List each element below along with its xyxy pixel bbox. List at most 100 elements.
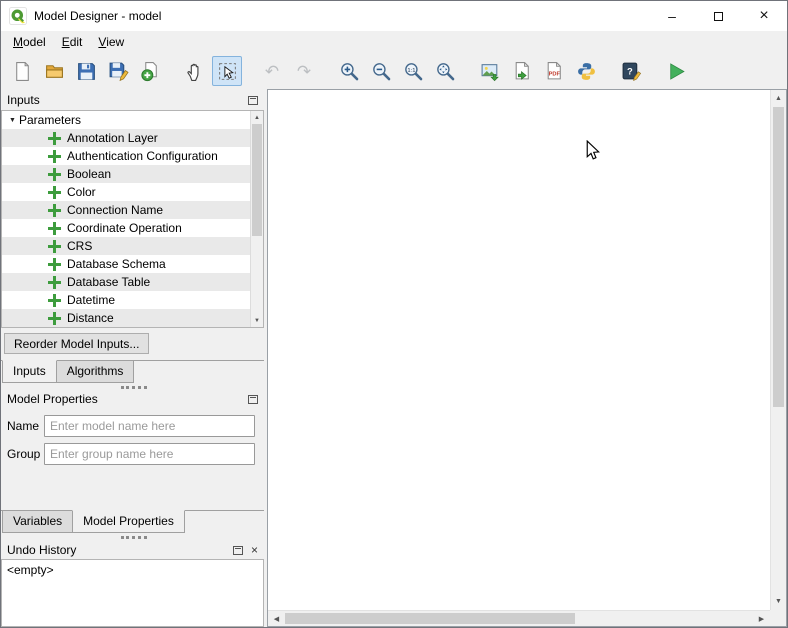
zoom-in-button[interactable] [334,56,364,86]
close-button[interactable]: × [741,1,787,31]
toolbar: ↶ ↷ 1:1 PDF ? [1,53,787,89]
tree-item-database-schema[interactable]: Database Schema [2,255,250,273]
tree-item-coordinate-operation[interactable]: Coordinate Operation [2,219,250,237]
window-title: Model Designer - model [34,9,649,23]
tab-inputs[interactable]: Inputs [2,360,57,383]
save-icon [76,61,97,82]
tree-item-authentication-configuration[interactable]: Authentication Configuration [2,147,250,165]
tree-item-boolean[interactable]: Boolean [2,165,250,183]
add-parameter-icon [48,312,61,325]
zoom-full-button[interactable] [430,56,460,86]
expander-icon[interactable]: ▼ [6,117,19,124]
model-canvas[interactable]: ▲ ▼ ◀ ▶ [267,89,787,627]
menu-model[interactable]: Model [5,31,54,53]
redo-button[interactable]: ↷ [289,56,319,86]
float-panel-icon[interactable] [248,395,258,404]
add-parameter-icon [48,168,61,181]
tab-model-properties[interactable]: Model Properties [72,510,185,533]
undo-icon: ↶ [265,63,279,80]
scrollbar-thumb[interactable] [773,107,784,407]
mouse-cursor-icon [586,140,600,162]
scroll-right-icon[interactable]: ▶ [754,611,769,626]
scroll-up-icon[interactable]: ▲ [251,111,263,124]
tab-variables[interactable]: Variables [2,511,73,533]
model-name-input[interactable] [44,415,255,437]
edit-model-help-button[interactable]: ? [616,56,646,86]
left-dock-area: Inputs ▼ Parameters Annotation Layer A [1,89,267,627]
save-model-as-button[interactable] [103,56,133,86]
scroll-down-icon[interactable]: ▼ [251,314,263,327]
select-move-item-tool-button[interactable] [212,56,242,86]
menu-view[interactable]: View [90,31,132,53]
zoom-full-icon [435,61,456,82]
tree-item-label: Boolean [67,167,111,181]
inputs-tree: ▼ Parameters Annotation Layer Authentica… [1,110,264,328]
tree-item-label: Parameters [19,113,81,127]
inputs-tree-rows: ▼ Parameters Annotation Layer Authentica… [2,111,250,327]
tree-item-crs[interactable]: CRS [2,237,250,255]
dock-splitter-handle[interactable] [121,386,147,389]
model-name-field-row: Name [7,415,255,437]
qgis-logo-icon [9,7,27,25]
tree-item-distance[interactable]: Distance [2,309,250,327]
pan-tool-button[interactable] [180,56,210,86]
export-svg-icon [512,61,533,82]
scrollbar-thumb[interactable] [252,124,262,236]
model-properties-panel-header: Model Properties [1,390,264,408]
inputs-panel-header: Inputs [1,91,264,109]
svg-text:?: ? [627,66,633,77]
menu-edit[interactable]: Edit [54,31,91,53]
model-group-input[interactable] [44,443,255,465]
new-model-button[interactable] [7,56,37,86]
scroll-up-icon[interactable]: ▲ [771,91,786,106]
zoom-actual-button[interactable]: 1:1 [398,56,428,86]
close-panel-icon[interactable]: × [251,544,258,556]
reorder-model-inputs-button[interactable]: Reorder Model Inputs... [4,333,149,354]
canvas-horizontal-scrollbar[interactable]: ◀ ▶ [268,610,770,626]
run-model-button[interactable] [661,56,691,86]
float-panel-icon[interactable] [233,546,243,555]
scroll-down-icon[interactable]: ▼ [771,594,786,609]
maximize-button[interactable] [695,1,741,31]
canvas-vertical-scrollbar[interactable]: ▲ ▼ [770,90,786,610]
export-as-svg-button[interactable] [507,56,537,86]
tree-item-color[interactable]: Color [2,183,250,201]
scroll-left-icon[interactable]: ◀ [269,611,284,626]
tree-item-connection-name[interactable]: Connection Name [2,201,250,219]
tree-item-label: Distance [67,311,114,325]
zoom-out-button[interactable] [366,56,396,86]
select-arrow-icon [217,61,238,82]
tab-algorithms[interactable]: Algorithms [56,361,135,383]
save-model-button[interactable] [71,56,101,86]
scrollbar-thumb[interactable] [285,613,575,624]
add-parameter-icon [48,222,61,235]
inputs-tree-scrollbar[interactable]: ▲ ▼ [250,111,263,327]
open-model-button[interactable] [39,56,69,86]
add-parameter-icon [48,294,61,307]
undo-history-list: <empty> [1,559,264,627]
undo-history-empty-text: <empty> [7,563,54,577]
tree-item-label: Color [67,185,96,199]
dock-splitter-handle[interactable] [121,536,147,539]
export-as-pdf-button[interactable]: PDF [539,56,569,86]
tree-item-parameters[interactable]: ▼ Parameters [2,111,250,129]
group-label: Group [7,447,44,461]
float-panel-icon[interactable] [248,96,258,105]
save-model-in-project-button[interactable] [135,56,165,86]
run-play-icon [666,61,687,82]
minimize-button[interactable]: – [649,1,695,31]
tree-item-annotation-layer[interactable]: Annotation Layer [2,129,250,147]
tree-item-label: Connection Name [67,203,163,217]
add-parameter-icon [48,132,61,145]
redo-icon: ↷ [297,63,311,80]
undo-button[interactable]: ↶ [257,56,287,86]
model-group-field-row: Group [7,443,255,465]
new-file-icon [12,61,33,82]
inputs-dock-tabbar: Inputs Algorithms [1,360,264,383]
export-as-python-button[interactable] [571,56,601,86]
tree-item-label: Authentication Configuration [67,149,218,163]
tree-item-datetime[interactable]: Datetime [2,291,250,309]
maximize-icon [714,12,723,21]
export-as-image-button[interactable] [475,56,505,86]
tree-item-database-table[interactable]: Database Table [2,273,250,291]
